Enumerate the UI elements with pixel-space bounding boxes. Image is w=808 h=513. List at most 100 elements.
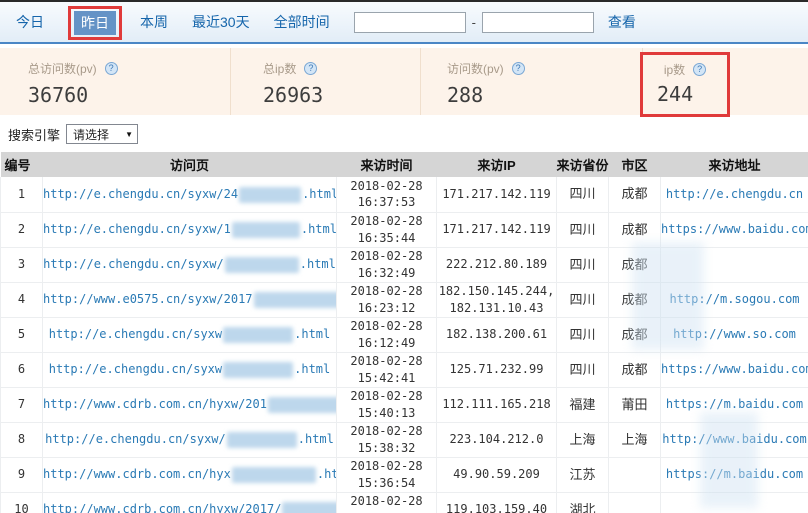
cell-referrer: https://m.baidu.com (660, 456, 808, 493)
visited-page-link[interactable]: http://e.chengdu.cn/syxw .html (49, 326, 330, 343)
view-button[interactable]: 查看 (608, 12, 636, 32)
visited-page-link[interactable]: http://e.chengdu.cn/syxw/.html (45, 431, 334, 448)
visited-page-link[interactable]: http://e.chengdu.cn/syxw/24 .html (44, 186, 336, 203)
cell-city: 成都 (608, 177, 661, 213)
tab-last-30-days[interactable]: 最近30天 (192, 12, 250, 32)
tab-today[interactable]: 今日 (16, 12, 44, 32)
cell-visit-time: 2018-02-28 15:40:13 (336, 386, 437, 423)
cell-visit-time: 2018-02-28 16:32:49 (336, 246, 437, 283)
cell-province: 四川 (556, 246, 609, 283)
visited-page-link[interactable]: http://e.chengdu.cn/syxw/1 .html (44, 221, 336, 238)
cell-visited-page: http://www.e0575.cn/syxw/2017091.html (42, 281, 337, 318)
cell-province: 四川 (556, 211, 609, 248)
redaction-blur (267, 396, 336, 413)
referrer-link[interactable]: http://www.baidu.com (662, 432, 807, 446)
cell-referrer (660, 246, 808, 283)
cell-visit-time: 2018-02-28 16:37:53 (336, 177, 437, 213)
cell-number: 5 (0, 316, 43, 353)
redaction-blur (224, 256, 299, 273)
cell-visited-page: http://e.chengdu.cn/syxw/.html (42, 246, 337, 283)
cell-visitor-ip: 182.138.200.61 (436, 316, 557, 353)
cell-province: 四川 (556, 316, 609, 353)
stat-visits-pv-value: 288 (447, 83, 484, 107)
stat-total-pv: 总访问数(pv) ? 36760 (0, 48, 231, 115)
cell-number: 8 (0, 421, 43, 458)
cell-visit-time: 2018-02-28 16:12:49 (336, 316, 437, 353)
table-row: 5 http://e.chengdu.cn/syxw .html 2018-02-28… (0, 316, 808, 353)
cell-visitor-ip: 125.71.232.99 (436, 351, 557, 388)
visited-page-link[interactable]: http://www.cdrb.com.cn/hyx.html (44, 466, 336, 483)
cell-visit-time: 2018-02-28 15:36:54 (336, 456, 437, 493)
date-from-input[interactable] (353, 11, 466, 33)
referrer-link[interactable]: https://www.baidu.com (662, 222, 808, 236)
cell-visited-page: http://e.chengdu.cn/syxw/.html (42, 421, 337, 458)
cell-visited-page: http://e.chengdu.cn/syxw .html (42, 351, 337, 388)
cell-number: 3 (0, 246, 43, 283)
cell-visitor-ip: 119.103.159.40 (436, 491, 557, 513)
cell-province: 湖北 (556, 491, 609, 513)
cell-province: 四川 (556, 177, 609, 213)
cell-referrer (660, 491, 808, 513)
stat-total-pv-value: 36760 (28, 83, 89, 107)
visited-page-link[interactable]: http://e.chengdu.cn/syxw/.html (44, 256, 336, 273)
table-row: 8 http://e.chengdu.cn/syxw/.html 2018-02-2… (0, 421, 808, 458)
referrer-link[interactable]: https://m.baidu.com (666, 397, 803, 411)
cell-number: 6 (0, 351, 43, 388)
header-number: 编号 (0, 152, 43, 177)
cell-city: 成都 (608, 281, 661, 318)
help-icon[interactable]: ? (104, 62, 118, 75)
visited-page-link[interactable]: http://www.cdrb.com.cn/hyxw/2017/2.html (44, 501, 336, 513)
cell-visitor-ip: 222.212.80.189 (436, 246, 557, 283)
tab-this-week[interactable]: 本周 (140, 12, 168, 32)
cell-number: 4 (0, 281, 43, 318)
table-row: 10http://www.cdrb.com.cn/hyxw/2017/2.htm… (0, 491, 808, 513)
stat-visits-pv: 访问数(pv) ? 288 (421, 48, 643, 115)
cell-number: 10 (0, 491, 43, 513)
visited-page-link[interactable]: http://www.cdrb.com.cn/hyxw/20107714.htm… (44, 396, 336, 413)
cell-city: 成都 (608, 316, 661, 353)
help-icon[interactable]: ? (304, 62, 318, 75)
stat-total-ip-label: 总ip数 (263, 62, 297, 76)
search-engine-filter: 搜索引擎 请选择 ▼ (8, 124, 808, 144)
cell-visitor-ip: 171.217.142.119 (436, 177, 557, 213)
cell-visit-time: 2018-02-28 15:31:11 (336, 491, 437, 513)
cell-visited-page: http://e.chengdu.cn/syxw/1 .html (42, 211, 337, 248)
cell-city: 莆田 (608, 386, 661, 423)
cell-province: 上海 (556, 421, 609, 458)
cell-number: 1 (0, 177, 43, 213)
search-engine-select-value: 请选择 (73, 127, 110, 142)
redaction-blur (231, 466, 316, 483)
visited-page-link[interactable]: http://e.chengdu.cn/syxw .html (49, 361, 330, 378)
redaction-blur (226, 431, 297, 448)
visited-page-link[interactable]: http://www.e0575.cn/syxw/2017091.html (44, 291, 336, 308)
table-row: 9http://www.cdrb.com.cn/hyx.html2018-02-… (0, 456, 808, 493)
cell-number: 9 (0, 456, 43, 493)
stat-total-pv-label: 总访问数(pv) (28, 62, 97, 76)
cell-visit-time: 2018-02-28 16:23:12 (336, 281, 437, 318)
search-engine-select[interactable]: 请选择 ▼ (66, 124, 139, 144)
tab-all-time[interactable]: 全部时间 (274, 12, 330, 32)
header-visitor-ip: 来访IP (436, 152, 557, 177)
help-icon[interactable]: ? (511, 62, 525, 75)
referrer-link[interactable]: http://m.sogou.com (669, 292, 799, 306)
table-header-row: 编号 访问页 来访时间 来访IP 来访省份 市区 来访地址 (0, 152, 808, 177)
referrer-link[interactable]: http://www.so.com (673, 327, 796, 341)
visits-table: 编号 访问页 来访时间 来访IP 来访省份 市区 来访地址 1 http://e.… (0, 152, 808, 513)
header-visited-page: 访问页 (42, 152, 337, 177)
referrer-link[interactable]: https://www.baidu.com (662, 362, 808, 376)
cell-visit-time: 2018-02-28 16:35:44 (336, 211, 437, 248)
date-to-input[interactable] (481, 11, 594, 33)
cell-referrer: http://www.so.com (660, 316, 808, 353)
table-row: 1 http://e.chengdu.cn/syxw/24 .html 2018-02… (0, 177, 808, 213)
tab-yesterday-selected[interactable]: 昨日 (74, 11, 116, 35)
cell-province: 江苏 (556, 456, 609, 493)
help-icon[interactable]: ? (693, 63, 707, 76)
referrer-link[interactable]: http://e.chengdu.cn (666, 187, 803, 201)
cell-number: 2 (0, 211, 43, 248)
cell-visited-page: http://www.cdrb.com.cn/hyxw/20107714.htm… (42, 386, 337, 423)
cell-visited-page: http://www.cdrb.com.cn/hyx.html (42, 456, 337, 493)
referrer-link[interactable]: https://m.baidu.com (666, 467, 803, 481)
table-row: 2 http://e.chengdu.cn/syxw/1 .html 2018-02-… (0, 211, 808, 248)
cell-visitor-ip: 171.217.142.119 (436, 211, 557, 248)
table-row: 3 http://e.chengdu.cn/syxw/.html 2018-02-2… (0, 246, 808, 283)
